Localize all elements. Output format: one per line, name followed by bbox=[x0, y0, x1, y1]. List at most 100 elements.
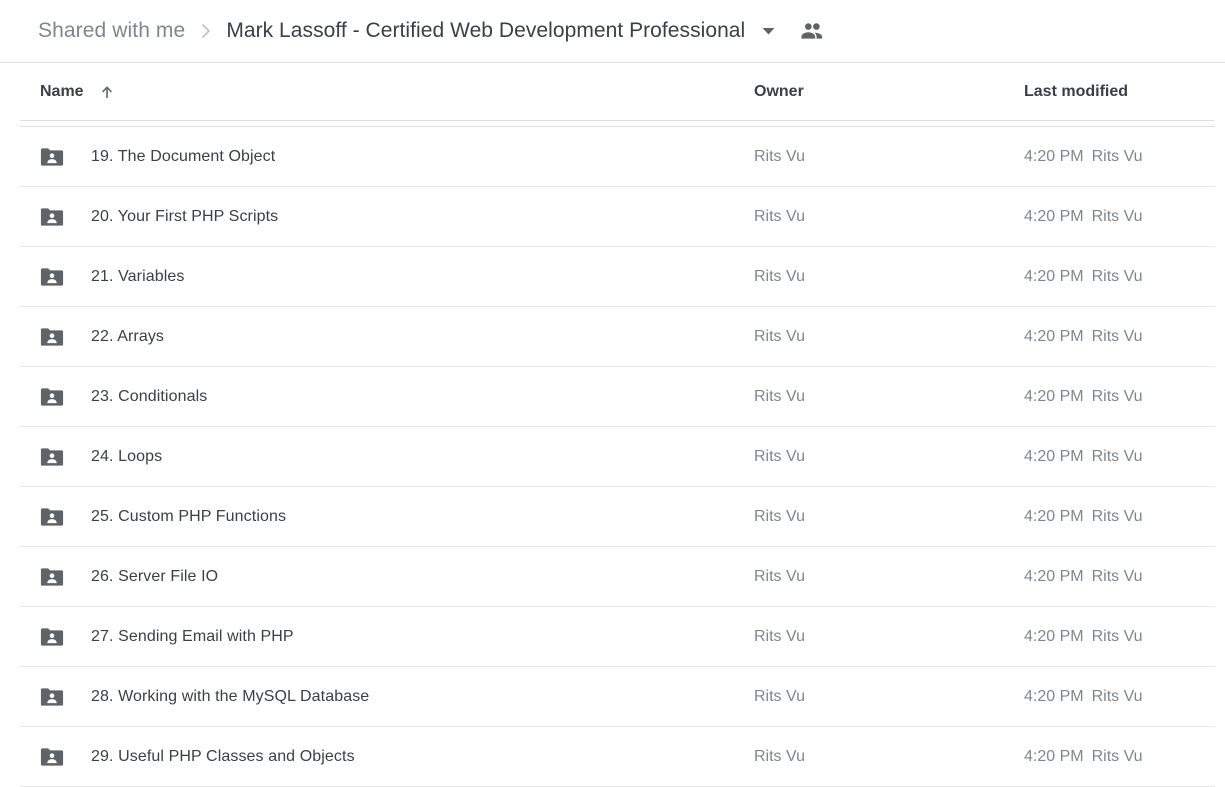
file-name-cell[interactable]: 29. Useful PHP Classes and Objects bbox=[40, 745, 754, 769]
file-modified-user: Rits Vu bbox=[1091, 628, 1143, 645]
file-name-cell[interactable]: 20. Your First PHP Scripts bbox=[40, 205, 754, 229]
file-last-modified-cell: 4:20 PM Rits Vu bbox=[1024, 688, 1205, 706]
table-row[interactable]: 22. Arrays Rits Vu 4:20 PM Rits Vu bbox=[0, 307, 1225, 367]
shared-folder-icon bbox=[40, 445, 64, 469]
file-name-label: 29. Useful PHP Classes and Objects bbox=[91, 748, 355, 765]
file-modified-time: 4:20 PM bbox=[1024, 208, 1084, 225]
file-modified-user: Rits Vu bbox=[1091, 208, 1143, 225]
file-last-modified-cell: 4:20 PM Rits Vu bbox=[1024, 748, 1205, 766]
table-row[interactable]: 25. Custom PHP Functions Rits Vu 4:20 PM Ri… bbox=[0, 487, 1225, 547]
file-last-modified-cell: 4:20 PM Rits Vu bbox=[1024, 268, 1205, 286]
file-name-label: 27. Sending Email with PHP bbox=[91, 628, 294, 645]
file-last-modified-cell: 4:20 PM Rits Vu bbox=[1024, 628, 1205, 646]
file-name-cell[interactable]: 22. Arrays bbox=[40, 325, 754, 349]
column-header-row: Name Owner Last modified bbox=[0, 63, 1225, 121]
table-row[interactable]: 27. Sending Email with PHP Rits Vu 4:20 PM… bbox=[0, 607, 1225, 667]
shared-folder-icon bbox=[40, 565, 64, 589]
file-name-label: 26. Server File IO bbox=[91, 568, 219, 585]
file-owner-cell: Rits Vu bbox=[754, 268, 805, 285]
file-name-cell[interactable]: 28. Working with the MySQL Database bbox=[40, 685, 754, 709]
shared-folder-icon bbox=[40, 205, 64, 229]
table-row[interactable]: 20. Your First PHP Scripts Rits Vu 4:20 PM… bbox=[0, 187, 1225, 247]
column-header-last-modified[interactable]: Last modified bbox=[1024, 83, 1205, 101]
file-owner-cell: Rits Vu bbox=[754, 748, 805, 765]
file-modified-time: 4:20 PM bbox=[1024, 148, 1084, 165]
shared-folder-icon bbox=[40, 745, 64, 769]
file-modified-user: Rits Vu bbox=[1091, 268, 1143, 285]
file-name-cell[interactable]: 19. The Document Object bbox=[40, 145, 754, 169]
file-name-cell[interactable]: 26. Server File IO bbox=[40, 565, 754, 589]
file-modified-user: Rits Vu bbox=[1091, 328, 1143, 345]
table-row[interactable]: 19. The Document Object Rits Vu 4:20 PM Rit… bbox=[0, 127, 1225, 187]
file-modified-time: 4:20 PM bbox=[1024, 568, 1084, 585]
file-modified-time: 4:20 PM bbox=[1024, 688, 1084, 705]
file-name-label: 23. Conditionals bbox=[91, 388, 208, 405]
chevron-right-icon bbox=[198, 20, 214, 42]
shared-folder-icon bbox=[40, 625, 64, 649]
file-owner-cell: Rits Vu bbox=[754, 388, 805, 405]
file-name-cell[interactable]: 25. Custom PHP Functions bbox=[40, 505, 754, 529]
shared-folder-icon bbox=[40, 685, 64, 709]
file-modified-time: 4:20 PM bbox=[1024, 268, 1084, 285]
breadcrumb-current-folder: Mark Lassoff - Certified Web Development… bbox=[226, 19, 746, 42]
shared-folder-icon bbox=[40, 325, 64, 349]
file-owner-cell: Rits Vu bbox=[754, 628, 805, 645]
shared-folder-icon bbox=[40, 265, 64, 289]
file-modified-user: Rits Vu bbox=[1091, 508, 1143, 525]
file-name-label: 25. Custom PHP Functions bbox=[91, 508, 287, 525]
file-name-label: 21. Variables bbox=[91, 268, 185, 285]
column-header-name-label: Name bbox=[40, 83, 84, 100]
file-name-label: 22. Arrays bbox=[91, 328, 165, 345]
file-list: 19. The Document Object Rits Vu 4:20 PM Rit… bbox=[0, 127, 1225, 787]
file-name-label: 20. Your First PHP Scripts bbox=[91, 208, 279, 225]
table-row[interactable]: 26. Server File IO Rits Vu 4:20 PM Rits Vu bbox=[0, 547, 1225, 607]
file-modified-time: 4:20 PM bbox=[1024, 328, 1084, 345]
people-icon[interactable] bbox=[799, 18, 825, 44]
file-last-modified-cell: 4:20 PM Rits Vu bbox=[1024, 208, 1205, 226]
file-last-modified-cell: 4:20 PM Rits Vu bbox=[1024, 148, 1205, 166]
file-owner-cell: Rits Vu bbox=[754, 148, 805, 165]
file-last-modified-cell: 4:20 PM Rits Vu bbox=[1024, 448, 1205, 466]
file-name-cell[interactable]: 24. Loops bbox=[40, 445, 754, 469]
file-last-modified-cell: 4:20 PM Rits Vu bbox=[1024, 568, 1205, 586]
shared-folder-icon bbox=[40, 385, 64, 409]
file-owner-cell: Rits Vu bbox=[754, 508, 805, 525]
file-name-label: 19. The Document Object bbox=[91, 148, 276, 165]
table-row[interactable]: 29. Useful PHP Classes and Objects Rits V… bbox=[0, 727, 1225, 787]
table-row[interactable]: 24. Loops Rits Vu 4:20 PM Rits Vu bbox=[0, 427, 1225, 487]
file-modified-user: Rits Vu bbox=[1091, 748, 1143, 765]
file-last-modified-cell: 4:20 PM Rits Vu bbox=[1024, 388, 1205, 406]
file-modified-time: 4:20 PM bbox=[1024, 748, 1084, 765]
file-modified-user: Rits Vu bbox=[1091, 388, 1143, 405]
shared-folder-icon bbox=[40, 145, 64, 169]
file-owner-cell: Rits Vu bbox=[754, 568, 805, 585]
file-owner-cell: Rits Vu bbox=[754, 208, 805, 225]
file-name-label: 28. Working with the MySQL Database bbox=[91, 688, 370, 705]
arrow-up-icon[interactable] bbox=[98, 83, 116, 101]
table-row[interactable]: 23. Conditionals Rits Vu 4:20 PM Rits Vu bbox=[0, 367, 1225, 427]
file-modified-time: 4:20 PM bbox=[1024, 628, 1084, 645]
file-modified-time: 4:20 PM bbox=[1024, 508, 1084, 525]
file-modified-time: 4:20 PM bbox=[1024, 448, 1084, 465]
file-name-cell[interactable]: 27. Sending Email with PHP bbox=[40, 625, 754, 649]
file-last-modified-cell: 4:20 PM Rits Vu bbox=[1024, 508, 1205, 526]
file-name-cell[interactable]: 23. Conditionals bbox=[40, 385, 754, 409]
file-name-cell[interactable]: 21. Variables bbox=[40, 265, 754, 289]
caret-down-icon[interactable] bbox=[757, 20, 779, 42]
column-header-owner[interactable]: Owner bbox=[754, 83, 1024, 101]
breadcrumb-parent-link[interactable]: Shared with me bbox=[38, 19, 185, 43]
file-name-label: 24. Loops bbox=[91, 448, 163, 465]
breadcrumb-bar: Shared with me Mark Lassoff - Certified … bbox=[0, 0, 1225, 63]
file-modified-user: Rits Vu bbox=[1091, 568, 1143, 585]
file-modified-time: 4:20 PM bbox=[1024, 388, 1084, 405]
file-last-modified-cell: 4:20 PM Rits Vu bbox=[1024, 328, 1205, 346]
file-modified-user: Rits Vu bbox=[1091, 448, 1143, 465]
file-modified-user: Rits Vu bbox=[1091, 688, 1143, 705]
table-row[interactable]: 28. Working with the MySQL Database Rits … bbox=[0, 667, 1225, 727]
table-row[interactable]: 21. Variables Rits Vu 4:20 PM Rits Vu bbox=[0, 247, 1225, 307]
file-owner-cell: Rits Vu bbox=[754, 328, 805, 345]
column-header-name[interactable]: Name bbox=[40, 83, 754, 101]
file-owner-cell: Rits Vu bbox=[754, 448, 805, 465]
shared-folder-icon bbox=[40, 505, 64, 529]
file-owner-cell: Rits Vu bbox=[754, 688, 805, 705]
